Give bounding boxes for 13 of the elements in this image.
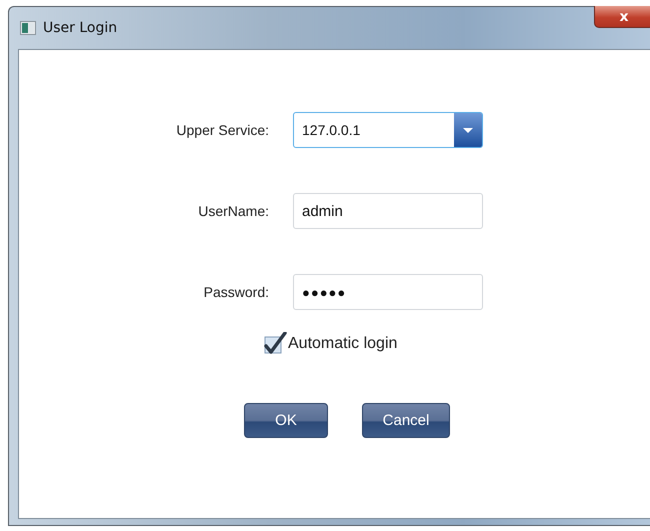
field-label: UserName: bbox=[197, 203, 269, 219]
checkbox[interactable] bbox=[262, 332, 288, 356]
server-dropdown[interactable]: 127.0.0.1 bbox=[293, 112, 483, 148]
window-title: User Login bbox=[43, 20, 118, 36]
ok-button[interactable]: OK bbox=[244, 403, 328, 438]
field-label: Password: bbox=[202, 284, 269, 300]
password-field[interactable]: ●●●●● bbox=[293, 274, 483, 310]
close-button[interactable]: x bbox=[594, 6, 650, 28]
checkbox-label: Automatic login bbox=[288, 335, 398, 353]
cancel-button[interactable]: Cancel bbox=[362, 403, 450, 438]
window-icon bbox=[20, 21, 36, 35]
field-label: Upper Service: bbox=[175, 122, 269, 138]
username-field[interactable]: admin bbox=[293, 193, 483, 229]
